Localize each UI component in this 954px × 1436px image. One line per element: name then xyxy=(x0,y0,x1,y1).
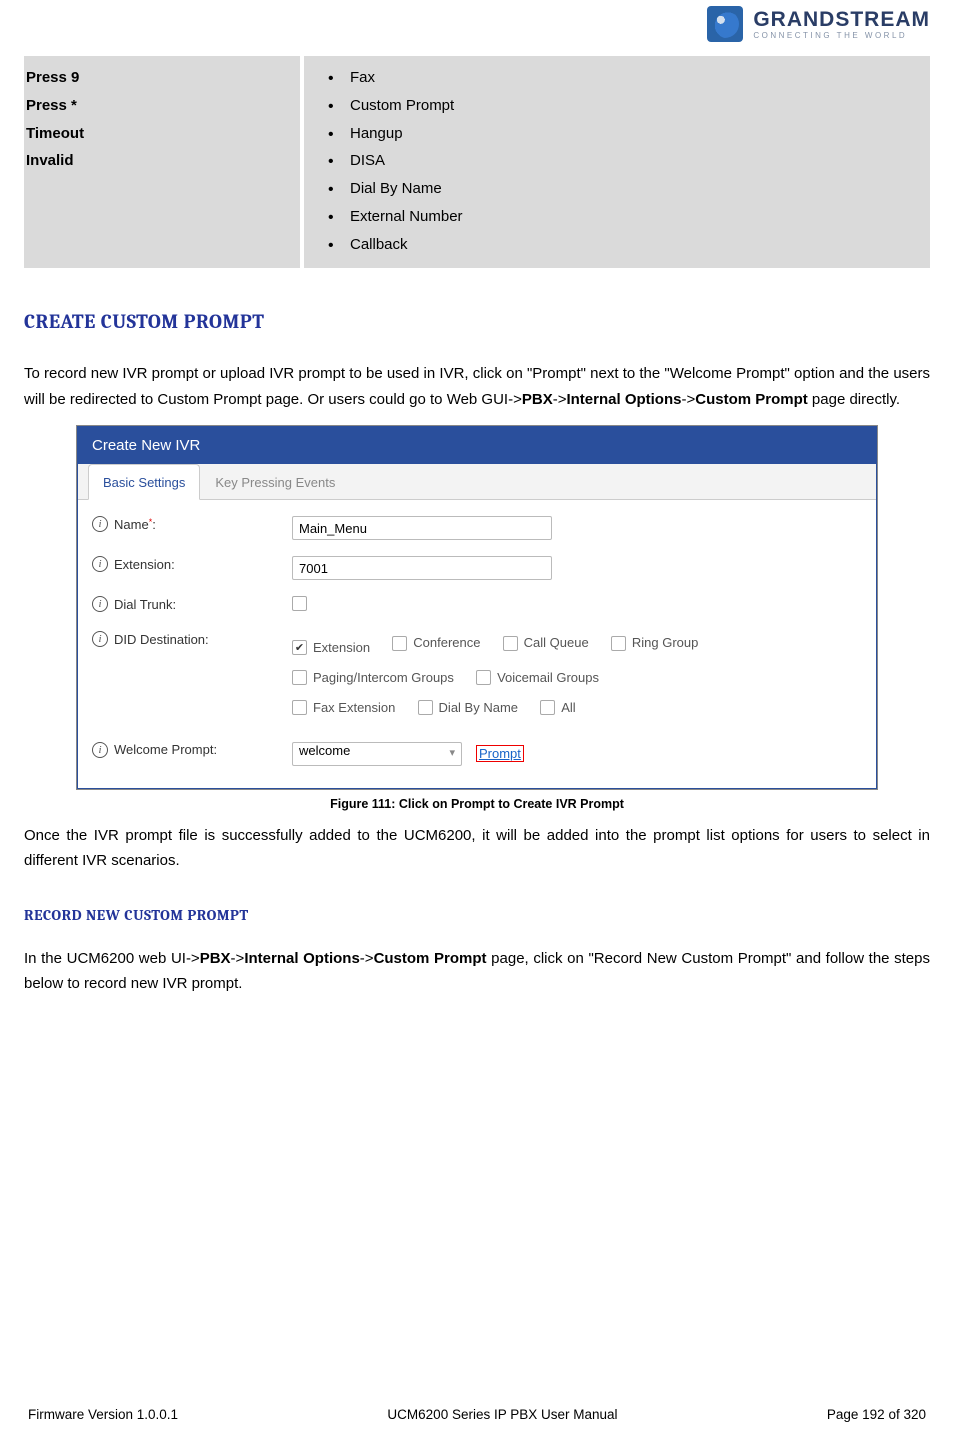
dialog-title: Create New IVR xyxy=(78,427,876,464)
key-timeout: Timeout xyxy=(26,120,294,148)
info-icon[interactable]: i xyxy=(92,596,108,612)
label-name: Name xyxy=(114,517,149,532)
action-callback: Callback xyxy=(328,231,924,259)
row-dial-trunk: i Dial Trunk: xyxy=(92,588,862,623)
info-icon[interactable]: i xyxy=(92,556,108,572)
ivr-key-actions-table: Press 9 Press * Timeout Invalid Fax Cust… xyxy=(24,56,930,268)
label-extension: Extension: xyxy=(114,557,175,572)
checkbox-did-fax-extension[interactable]: Fax Extension xyxy=(292,696,395,720)
checkbox-did-ring-group[interactable]: Ring Group xyxy=(611,631,698,655)
checkbox-did-extension[interactable]: Extension xyxy=(292,636,370,660)
checkbox-did-dial-by-name[interactable]: Dial By Name xyxy=(418,696,518,720)
breadcrumb-custom-prompt: Custom Prompt xyxy=(695,391,808,408)
checkbox-did-conference[interactable]: Conference xyxy=(392,631,480,655)
brand-name: GRANDSTREAM xyxy=(753,9,930,30)
link-prompt[interactable]: Prompt xyxy=(476,745,524,762)
info-icon[interactable]: i xyxy=(92,742,108,758)
row-did-destination: i DID Destination: Extension Conference … xyxy=(92,623,862,734)
footer-firmware-version: Firmware Version 1.0.0.1 xyxy=(28,1407,178,1422)
row-welcome-prompt: i Welcome Prompt: welcome Prompt xyxy=(92,734,862,774)
header-logo: GRANDSTREAM CONNECTING THE WORLD xyxy=(24,0,930,56)
action-disa: DISA xyxy=(328,147,924,175)
figure-create-ivr: Create New IVR Basic Settings Key Pressi… xyxy=(24,426,930,811)
breadcrumb-internal-options-2: Internal Options xyxy=(244,950,359,967)
key-press-star: Press * xyxy=(26,92,294,120)
checkbox-did-paging-intercom[interactable]: Paging/Intercom Groups xyxy=(292,666,454,690)
dialog-tabs: Basic Settings Key Pressing Events xyxy=(78,464,876,500)
paragraph-create-intro: To record new IVR prompt or upload IVR p… xyxy=(24,361,930,412)
row-extension: i Extension: xyxy=(92,548,862,588)
breadcrumb-pbx-2: PBX xyxy=(200,950,231,967)
brand-tagline: CONNECTING THE WORLD xyxy=(753,32,930,40)
row-name: i Name*: xyxy=(92,508,862,548)
breadcrumb-custom-prompt-2: Custom Prompt xyxy=(374,950,487,967)
paragraph-after-figure: Once the IVR prompt file is successfully… xyxy=(24,823,930,874)
action-external-number: External Number xyxy=(328,203,924,231)
heading-create-custom-prompt: CREATE CUSTOM PROMPT xyxy=(24,310,930,333)
input-name[interactable] xyxy=(292,516,552,540)
heading-record-custom-prompt: RECORD NEW CUSTOM PROMPT xyxy=(24,906,930,924)
input-extension[interactable] xyxy=(292,556,552,580)
tab-basic-settings[interactable]: Basic Settings xyxy=(88,464,200,500)
checkbox-did-call-queue[interactable]: Call Queue xyxy=(503,631,589,655)
checkbox-did-voicemail-groups[interactable]: Voicemail Groups xyxy=(476,666,599,690)
figure-caption: Figure 111: Click on Prompt to Create IV… xyxy=(24,797,930,811)
label-dial-trunk: Dial Trunk: xyxy=(114,597,176,612)
breadcrumb-internal-options: Internal Options xyxy=(566,391,681,408)
action-dial-by-name: Dial By Name xyxy=(328,175,924,203)
breadcrumb-pbx: PBX xyxy=(522,391,553,408)
select-welcome-prompt[interactable]: welcome xyxy=(292,742,462,766)
label-did-destination: DID Destination: xyxy=(114,632,209,647)
footer-page-number: Page 192 of 320 xyxy=(827,1407,926,1422)
checkbox-dial-trunk[interactable] xyxy=(292,596,313,611)
page-footer: Firmware Version 1.0.0.1 UCM6200 Series … xyxy=(24,1407,930,1422)
info-icon[interactable]: i xyxy=(92,631,108,647)
action-custom-prompt: Custom Prompt xyxy=(328,92,924,120)
label-welcome-prompt: Welcome Prompt: xyxy=(114,742,217,757)
brand-globe-icon xyxy=(707,6,743,42)
key-press-9: Press 9 xyxy=(26,64,294,92)
action-fax: Fax xyxy=(328,64,924,92)
key-invalid: Invalid xyxy=(26,147,294,175)
paragraph-record-intro: In the UCM6200 web UI->PBX->Internal Opt… xyxy=(24,946,930,997)
footer-manual-title: UCM6200 Series IP PBX User Manual xyxy=(387,1407,617,1422)
info-icon[interactable]: i xyxy=(92,516,108,532)
checkbox-did-all[interactable]: All xyxy=(540,696,575,720)
tab-key-pressing-events[interactable]: Key Pressing Events xyxy=(200,464,350,499)
action-hangup: Hangup xyxy=(328,120,924,148)
